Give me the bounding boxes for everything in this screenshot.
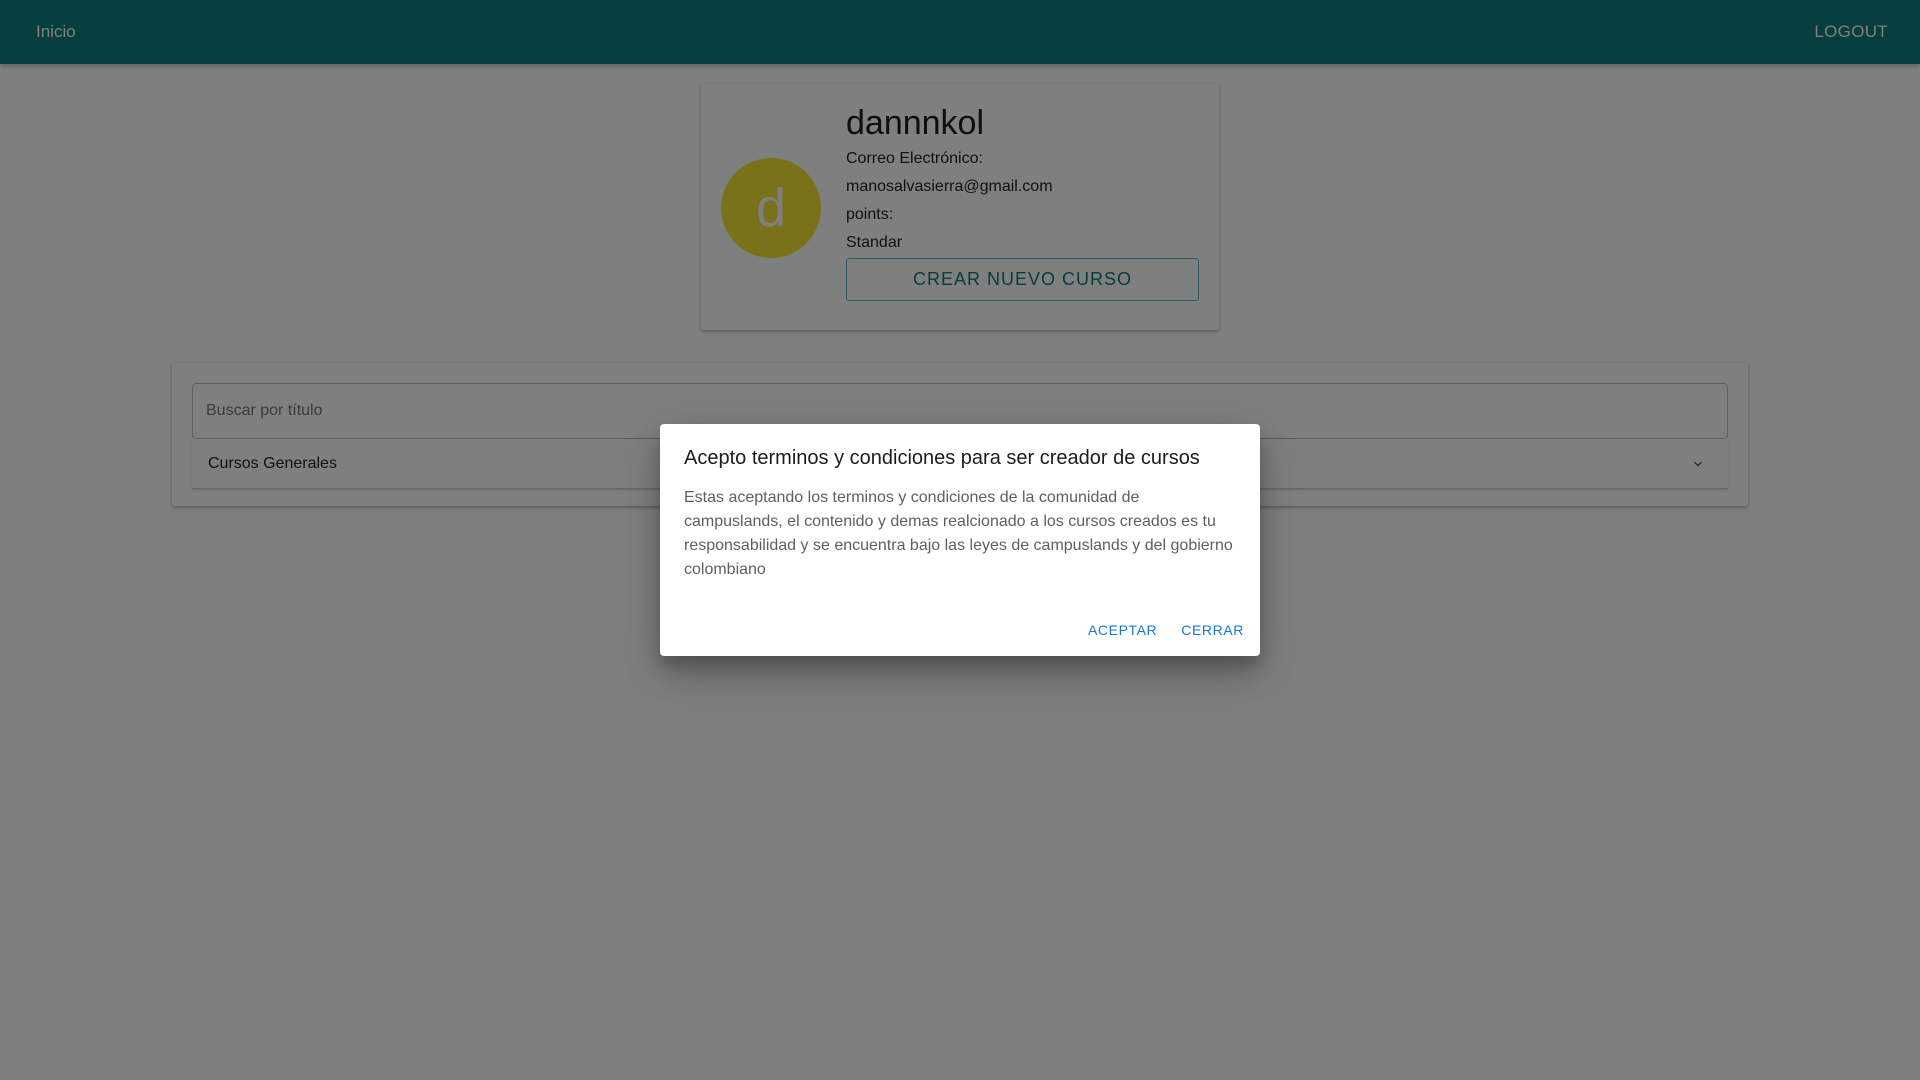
dialog-title: Acepto terminos y condiciones para ser c… [684,447,1200,469]
accept-button[interactable]: ACEPTAR [1080,612,1165,648]
close-button[interactable]: CERRAR [1173,612,1252,648]
terms-dialog: Acepto terminos y condiciones para ser c… [660,424,1260,656]
dialog-actions: ACEPTAR CERRAR [1080,612,1252,648]
dialog-text: Estas aceptando los terminos y condicion… [684,489,1233,578]
